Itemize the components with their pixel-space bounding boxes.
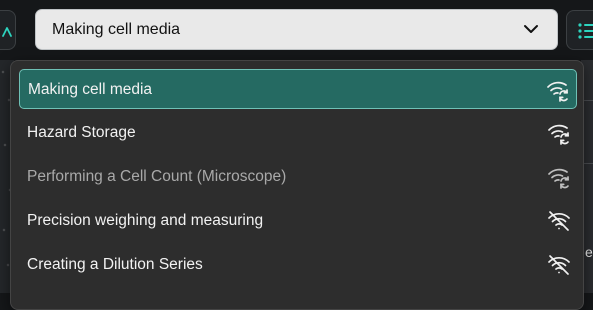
option-performing-cell-count[interactable]: Performing a Cell Count (Microscope) [19, 157, 577, 197]
collapse-button[interactable] [0, 10, 16, 50]
protocol-select[interactable]: Making cell media [35, 9, 558, 50]
option-label: Creating a Dilution Series [27, 256, 203, 273]
background-partial-text: el [585, 244, 593, 260]
wifi-sync-icon [547, 165, 571, 189]
select-dropdown: Making cell media Hazard Storage Perform… [10, 60, 584, 310]
list-view-button[interactable] [566, 10, 593, 50]
select-value: Making cell media [52, 21, 181, 38]
option-label: Hazard Storage [27, 124, 136, 141]
option-hazard-storage[interactable]: Hazard Storage [19, 113, 577, 153]
option-label: Precision weighing and measuring [27, 212, 264, 229]
option-precision-weighing[interactable]: Precision weighing and measuring [19, 201, 577, 241]
wifi-off-icon [547, 253, 571, 277]
option-making-cell-media[interactable]: Making cell media [19, 69, 577, 109]
wifi-off-icon [547, 209, 571, 233]
chevron-down-icon [524, 25, 538, 33]
option-label: Making cell media [28, 81, 153, 98]
option-creating-dilution-series[interactable]: Creating a Dilution Series [19, 245, 577, 285]
list-icon [578, 23, 593, 39]
wifi-sync-icon [546, 78, 570, 102]
option-label: Performing a Cell Count (Microscope) [27, 168, 287, 185]
wifi-sync-icon [547, 121, 571, 145]
chevron-up-icon [2, 27, 12, 37]
